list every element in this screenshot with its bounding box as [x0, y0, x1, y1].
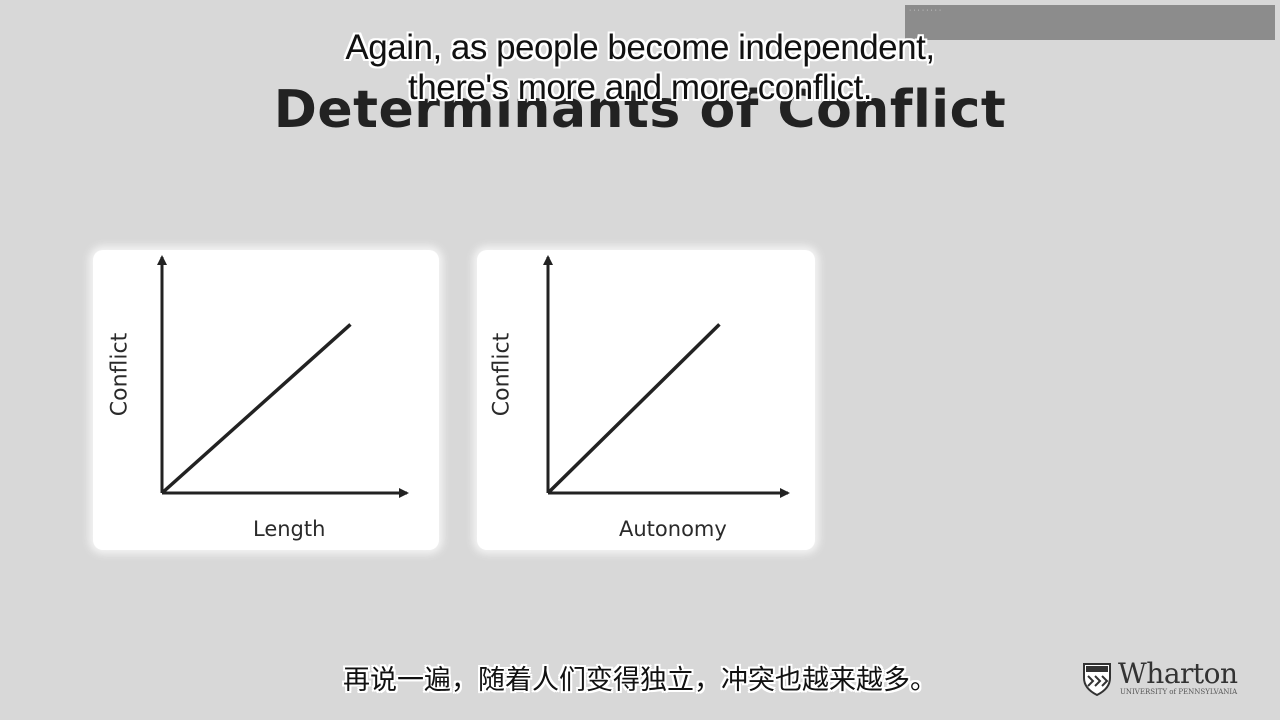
wharton-logo: Wharton UNIVERSITY of PENNSYLVANIA: [1082, 657, 1242, 700]
y-axis-label: Conflict: [107, 332, 133, 417]
logo-wordmark: Wharton: [1118, 657, 1238, 690]
x-axis-arrow: [399, 488, 409, 498]
top-bar-text: · · · · · · · ·: [909, 7, 942, 14]
subtitle-english-line-1: Again, as people become independent,: [345, 28, 935, 67]
subtitle-english-line-2: there's more and more conflict.: [408, 68, 872, 107]
y-axis-label: Conflict: [489, 332, 515, 417]
x-axis-arrow: [780, 488, 790, 498]
logo-subtext: UNIVERSITY of PENNSYLVANIA: [1120, 688, 1238, 696]
x-axis-label: Length: [253, 517, 326, 541]
chart-card-autonomy: Conflict Autonomy: [477, 250, 815, 550]
series-line: [546, 323, 721, 495]
y-axis-arrow: [157, 255, 167, 265]
shield-icon: [1083, 663, 1111, 696]
chart-length: [157, 255, 409, 498]
x-axis-label: Autonomy: [619, 517, 727, 541]
chart-card-length: Conflict Length: [93, 250, 439, 550]
series-line: [160, 323, 352, 495]
chart-autonomy: [543, 255, 790, 498]
y-axis-arrow: [543, 255, 553, 265]
